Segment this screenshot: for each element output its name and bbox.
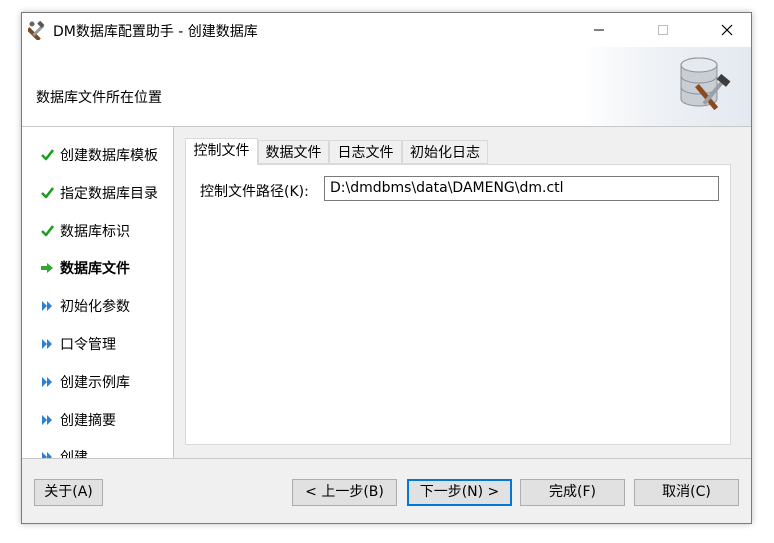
step-label: 创建数据库模板 <box>60 148 158 164</box>
step-create: 创建 <box>40 447 88 458</box>
page-subtitle: 数据库文件所在位置 <box>36 90 162 106</box>
double-chevron-icon <box>40 337 54 351</box>
content-pane: 控制文件 数据文件 日志文件 初始化日志 控制文件路径(K): D:\dmdbm… <box>173 127 751 458</box>
double-chevron-icon <box>40 450 54 458</box>
header-banner <box>581 47 751 126</box>
minimize-icon <box>594 29 604 31</box>
wizard-header: 数据库文件所在位置 <box>22 47 751 126</box>
step-label: 数据库标识 <box>60 224 130 240</box>
control-file-path-input[interactable]: D:\dmdbms\data\DAMENG\dm.ctl <box>324 176 719 201</box>
tools-app-icon <box>28 20 45 40</box>
check-icon <box>40 148 54 162</box>
double-chevron-icon <box>40 375 54 389</box>
maximize-button[interactable] <box>640 13 686 47</box>
tab-log-file[interactable]: 日志文件 <box>329 140 402 164</box>
step-sample-db: 创建示例库 <box>40 372 130 392</box>
step-create-template: 创建数据库模板 <box>40 145 158 165</box>
maximize-icon <box>658 25 668 35</box>
step-label: 初始化参数 <box>60 299 130 315</box>
step-specify-directory: 指定数据库目录 <box>40 183 158 203</box>
tab-init-log[interactable]: 初始化日志 <box>402 140 488 164</box>
double-chevron-icon <box>40 299 54 313</box>
wizard-steps: 创建数据库模板 指定数据库目录 数据库标识 数据库文件 初始化参数 口令管理 创… <box>22 127 173 458</box>
check-icon <box>40 186 54 200</box>
check-icon <box>40 224 54 238</box>
step-database-identity: 数据库标识 <box>40 221 130 241</box>
about-button[interactable]: 关于(A) <box>34 479 103 506</box>
step-label: 口令管理 <box>60 337 116 353</box>
double-chevron-icon <box>40 413 54 427</box>
step-summary: 创建摘要 <box>40 410 116 430</box>
cancel-button[interactable]: 取消(C) <box>634 479 739 506</box>
step-init-params: 初始化参数 <box>40 296 130 316</box>
close-icon <box>721 24 733 36</box>
close-button[interactable] <box>704 13 750 47</box>
step-label: 指定数据库目录 <box>60 186 158 202</box>
step-label: 创建 <box>60 450 88 458</box>
window-title: DM数据库配置助手 - 创建数据库 <box>53 24 258 40</box>
tab-control-file[interactable]: 控制文件 <box>185 138 258 165</box>
step-label: 创建摘要 <box>60 413 116 429</box>
step-label: 数据库文件 <box>60 261 130 277</box>
control-file-panel: 控制文件路径(K): D:\dmdbms\data\DAMENG\dm.ctl <box>185 164 731 445</box>
finish-button[interactable]: 完成(F) <box>520 479 625 506</box>
minimize-button[interactable] <box>576 13 622 47</box>
next-button[interactable]: 下一步(N) > <box>407 479 512 506</box>
tab-data-file[interactable]: 数据文件 <box>258 140 329 164</box>
title-bar[interactable]: DM数据库配置助手 - 创建数据库 <box>22 13 751 47</box>
step-label: 创建示例库 <box>60 375 130 391</box>
dialog-window: DM数据库配置助手 - 创建数据库 数据库文件所在位置 创建数据库模板 指定数据… <box>21 12 752 524</box>
button-bar: 关于(A) < 上一步(B) 下一步(N) > 完成(F) 取消(C) <box>22 458 751 523</box>
control-file-path-label: 控制文件路径(K): <box>200 184 309 200</box>
prev-button[interactable]: < 上一步(B) <box>292 479 397 506</box>
arrow-right-icon <box>40 261 54 275</box>
step-password: 口令管理 <box>40 334 116 354</box>
step-database-files: 数据库文件 <box>40 258 130 278</box>
database-tools-icon <box>680 57 731 111</box>
